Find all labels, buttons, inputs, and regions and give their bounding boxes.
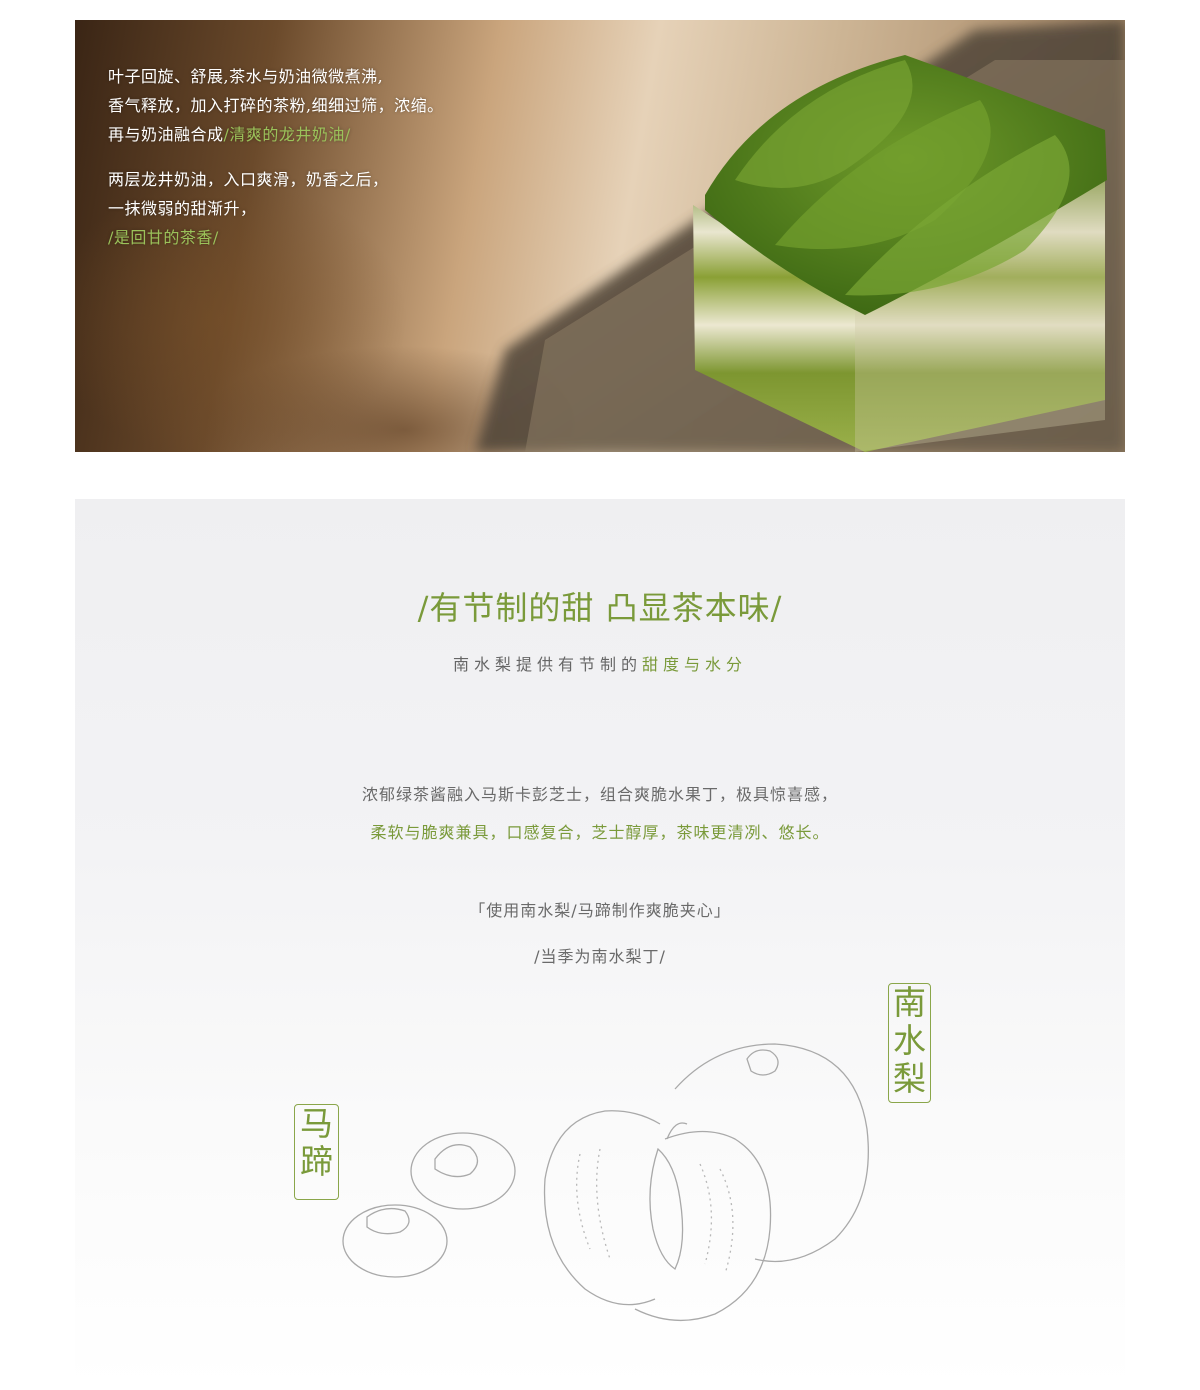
- water-chestnut-1-top: [434, 1144, 479, 1178]
- pear-label: 南 水 梨: [888, 983, 931, 1103]
- hero-caption: 叶子回旋、舒展,茶水与奶油微微煮沸, 香气释放，加入打碎的茶粉,细细过筛，浓缩。…: [108, 62, 444, 268]
- fruit-line-drawing: [342, 1043, 869, 1322]
- hero-text-line: 叶子回旋、舒展,茶水与奶油微微煮沸,: [108, 67, 384, 86]
- hero-paragraph-1: 叶子回旋、舒展,茶水与奶油微微煮沸, 香气释放，加入打碎的茶粉,细细过筛，浓缩。…: [108, 62, 444, 149]
- hero-text-line: 香气释放，加入打碎的茶粉,细细过筛，浓缩。: [108, 96, 444, 115]
- water-chestnut-2: [342, 1204, 448, 1278]
- hero-text-line: 再与奶油融合成/清爽的龙井奶油/: [108, 120, 444, 149]
- hero-text-line: 一抹微弱的甜渐升，: [108, 199, 257, 218]
- hero-text-accent: /是回甘的茶香/: [108, 228, 219, 247]
- hero-text-accent: /清爽的龙井奶油/: [223, 125, 351, 144]
- hero-text-plain: 再与奶油融合成: [108, 125, 224, 144]
- water-chestnut-label-char: 蹄: [300, 1142, 333, 1181]
- pear-core: [649, 1147, 684, 1270]
- whole-pear-stem: [746, 1049, 779, 1076]
- hero-paragraph-2: 两层龙井奶油，入口爽滑，奶香之后， 一抹微弱的甜渐升， /是回甘的茶香/: [108, 165, 444, 252]
- pear-label-char: 梨: [893, 1059, 926, 1098]
- water-chestnut-2-top: [366, 1207, 410, 1235]
- pear-label-char: 水: [893, 1021, 926, 1060]
- water-chestnut-label-char: 马: [300, 1104, 333, 1143]
- hero-text-line: 两层龙井奶油，入口爽滑，奶香之后，: [108, 170, 389, 189]
- hero-matcha-cake-photo: 叶子回旋、舒展,茶水与奶油微微煮沸, 香气释放，加入打碎的茶粉,细细过筛，浓缩。…: [75, 20, 1125, 452]
- cut-pear-left: [543, 1110, 661, 1306]
- water-chestnut-label: 马 蹄: [294, 1104, 339, 1200]
- sweetness-section: /有节制的甜 凸显茶本味/ 南水梨提供有节制的甜度与水分 浓郁绿茶酱融入马斯卡彭…: [75, 499, 1125, 1390]
- pear-label-char: 南: [893, 983, 926, 1022]
- whole-pear-outline: [674, 1043, 869, 1263]
